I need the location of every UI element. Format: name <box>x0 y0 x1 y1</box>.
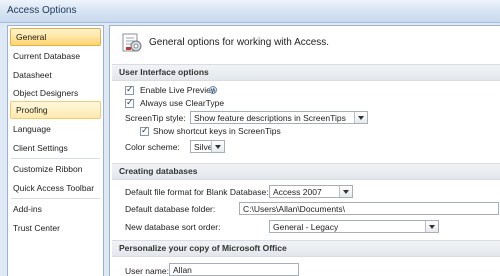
default-database-folder-label: Default database folder: <box>125 204 216 214</box>
section-personalize: Personalize your copy of Microsoft Offic… <box>112 240 500 257</box>
options-content-pane: General options for working with Access.… <box>109 25 500 276</box>
sidebar-item-client-settings[interactable]: Client Settings <box>8 139 103 158</box>
sidebar-item-proofing[interactable]: Proofing <box>10 101 101 119</box>
sidebar-divider <box>11 158 100 159</box>
sort-order-label: New database sort order: <box>125 222 221 232</box>
user-name-value: Allan <box>173 265 192 275</box>
screentip-style-dropdown[interactable]: Show feature descriptions in ScreenTips <box>190 111 368 124</box>
always-use-cleartype-checkbox[interactable] <box>125 97 134 108</box>
options-settings-icon <box>122 33 142 52</box>
user-name-input[interactable]: Allan <box>169 263 299 276</box>
show-shortcut-keys-checkbox[interactable] <box>140 125 149 136</box>
screentip-style-label: ScreenTip style: <box>125 113 186 123</box>
sidebar-item-datasheet[interactable]: Datasheet <box>8 66 103 85</box>
chevron-down-icon[interactable] <box>339 186 352 197</box>
chevron-down-icon[interactable] <box>425 221 438 232</box>
section-title: User Interface options <box>119 67 209 77</box>
page-header: General options for working with Access. <box>149 37 330 48</box>
show-shortcut-keys-label: Show shortcut keys in ScreenTips <box>153 126 281 136</box>
default-file-format-value: Access 2007 <box>273 187 322 197</box>
section-title: Creating databases <box>119 166 198 176</box>
color-scheme-label: Color scheme: <box>125 142 180 152</box>
color-scheme-dropdown[interactable]: Silver <box>190 140 225 153</box>
chevron-down-icon[interactable] <box>211 141 224 152</box>
info-icon[interactable]: i <box>209 86 217 94</box>
enable-live-preview-label: Enable Live Preview <box>140 85 218 95</box>
default-database-folder-value: C:\Users\Allan\Documents\ <box>243 204 346 214</box>
default-file-format-dropdown[interactable]: Access 2007 <box>269 185 353 198</box>
section-creating-databases: Creating databases <box>112 163 500 180</box>
sidebar-divider <box>11 198 100 199</box>
sidebar-item-language[interactable]: Language <box>8 120 103 139</box>
sort-order-value: General - Legacy <box>273 222 339 232</box>
sidebar-item-add-ins[interactable]: Add-ins <box>8 200 103 219</box>
section-title: Personalize your copy of Microsoft Offic… <box>119 243 287 253</box>
sidebar-item-trust-center[interactable]: Trust Center <box>8 219 103 238</box>
default-file-format-label: Default file format for Blank Database: <box>125 187 269 197</box>
sidebar-item-quick-access-toolbar[interactable]: Quick Access Toolbar <box>8 179 103 198</box>
sidebar-item-customize-ribbon[interactable]: Customize Ribbon <box>8 160 103 179</box>
chevron-down-icon[interactable] <box>354 112 367 123</box>
enable-live-preview-checkbox[interactable] <box>125 84 134 95</box>
sidebar-item-current-database[interactable]: Current Database <box>8 47 103 66</box>
window-title: Access Options <box>7 5 77 16</box>
options-sidebar: General Current Database Datasheet Objec… <box>7 25 104 276</box>
sort-order-dropdown[interactable]: General - Legacy <box>269 220 439 233</box>
section-user-interface-options: User Interface options <box>112 64 500 81</box>
default-database-folder-input[interactable]: C:\Users\Allan\Documents\ <box>239 202 499 215</box>
sidebar-item-general[interactable]: General <box>10 28 101 46</box>
title-bar: Access Options <box>0 0 500 23</box>
screentip-style-value: Show feature descriptions in ScreenTips <box>194 113 346 123</box>
always-use-cleartype-label: Always use ClearType <box>140 98 225 108</box>
